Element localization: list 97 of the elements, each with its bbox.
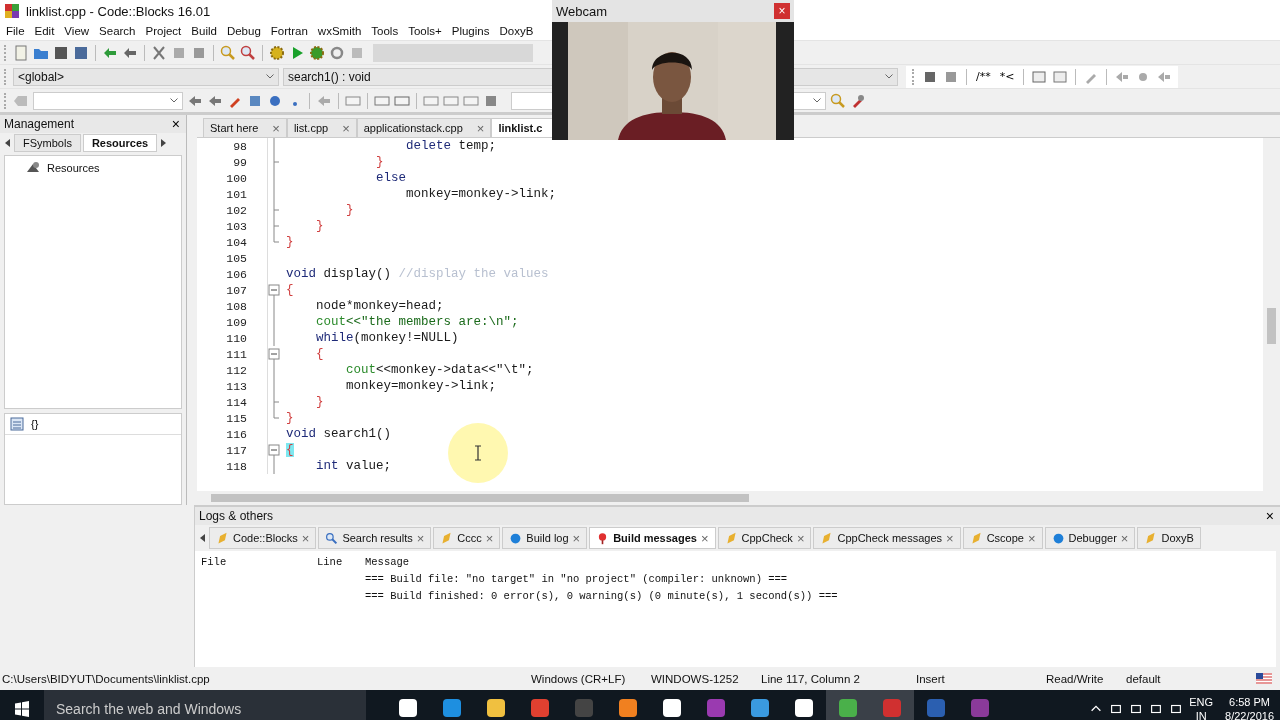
window-title: linklist.cpp - Code::Blocks 16.01: [26, 3, 211, 19]
log-tab[interactable]: Code::Blocks ×: [209, 527, 317, 549]
line-number: 117: [225, 443, 248, 457]
log-tab[interactable]: Search results ×: [318, 527, 432, 549]
line-number: 99: [232, 155, 248, 169]
code-line: void search1(): [285, 427, 392, 441]
code-line: cout<<monkey->data<<"\t";: [345, 363, 534, 377]
status-text: Insert: [915, 672, 946, 685]
line-number: 115: [225, 411, 248, 425]
taskbar-search-field[interactable]: Search the web and Windows: [44, 690, 366, 720]
line-number: 114: [225, 395, 248, 409]
menu-item[interactable]: Build: [185, 25, 221, 37]
log-tab[interactable]: Debugger ×: [1044, 527, 1136, 549]
line-number: 118: [225, 459, 248, 473]
column-header: Message: [365, 555, 411, 568]
file-tab[interactable]: applicationstack.cpp ×: [356, 118, 492, 137]
build-message: === Build file: "no target" in "no project" (compiler: unknown) ===: [365, 572, 789, 585]
tree-item[interactable]: Resources: [47, 162, 100, 174]
menu-item[interactable]: File: [0, 25, 29, 37]
build-message: === Build finished: 0 error(s), 0 warning(s) (0 minute(s), 1 second(s)) ===: [365, 589, 839, 602]
code-line: }: [345, 203, 354, 217]
menu-item[interactable]: Tools: [365, 25, 403, 37]
panel-tab[interactable]: FSymbols: [14, 134, 81, 152]
log-tab[interactable]: CppCheck ×: [717, 527, 812, 549]
log-tab[interactable]: DoxyB: [1137, 527, 1201, 549]
menu-item[interactable]: Tools+: [402, 25, 446, 37]
column-header: File: [201, 555, 228, 568]
line-number: 111: [225, 347, 248, 361]
code-line: }: [285, 411, 294, 425]
menu-item[interactable]: Plugins: [445, 25, 494, 37]
scope-dropdown[interactable]: <global>: [13, 67, 279, 86]
code-line: monkey=monkey->link;: [405, 187, 557, 201]
menu-item[interactable]: Project: [139, 25, 186, 37]
code-line: }: [375, 155, 384, 169]
menu-item[interactable]: wxSmith: [311, 25, 366, 37]
code-line: int value;: [315, 459, 392, 473]
status-text: Windows (CR+LF): [530, 672, 627, 685]
line-number: 104: [225, 235, 248, 249]
code-line: node*monkey=head;: [315, 299, 444, 313]
code-line: }: [285, 235, 294, 249]
line-number: 98: [232, 139, 248, 153]
log-tab[interactable]: Cccc ×: [433, 527, 501, 549]
code-line: delete temp;: [405, 139, 497, 153]
status-text: default: [1125, 672, 1162, 685]
menu-item[interactable]: Debug: [220, 25, 265, 37]
line-number: 113: [225, 379, 248, 393]
close-button[interactable]: ×: [1263, 509, 1276, 523]
line-number: 102: [225, 203, 248, 217]
language-indicator[interactable]: ENG: [1189, 694, 1214, 709]
menu-item[interactable]: Edit: [28, 25, 59, 37]
code-line: {: [315, 347, 324, 361]
menu-item[interactable]: Search: [93, 25, 140, 37]
line-number: 112: [225, 363, 248, 377]
close-button[interactable]: ×: [169, 117, 182, 131]
line-number: 101: [225, 187, 248, 201]
line-number: 109: [225, 315, 248, 329]
code-line: void display() //display the values: [285, 267, 549, 281]
menu-item[interactable]: DoxyB: [493, 25, 538, 37]
line-number: 116: [225, 427, 248, 441]
code-line: }: [315, 219, 324, 233]
log-tab[interactable]: Build log ×: [502, 527, 588, 549]
line-number: 106: [225, 267, 248, 281]
code-line: while(monkey!=NULL): [315, 331, 459, 345]
line-number: 108: [225, 299, 248, 313]
menu-item[interactable]: View: [58, 25, 94, 37]
panel-header: Logs & others ×: [195, 507, 1280, 525]
line-number: 103: [225, 219, 248, 233]
region-indicator[interactable]: IN: [1195, 708, 1207, 720]
menu-item[interactable]: Fortran: [264, 25, 312, 37]
panel-header: Management ×: [0, 115, 186, 133]
file-tab[interactable]: list.cpp ×: [286, 118, 357, 137]
status-text: C:\Users\BIDYUT\Documents\linklist.cpp: [1, 672, 211, 685]
column-header: Line: [317, 555, 344, 568]
doc-comment-button[interactable]: /**: [974, 67, 993, 86]
code-line: cout<<"the members are:\n";: [315, 315, 519, 329]
code-line: monkey=monkey->link;: [345, 379, 497, 393]
line-number: 110: [225, 331, 248, 345]
panel-tab[interactable]: Resources: [82, 134, 158, 152]
symbols-button[interactable]: {}: [29, 418, 41, 430]
file-tab[interactable]: Start here ×: [203, 118, 287, 137]
clock-date[interactable]: 8/22/2016: [1225, 708, 1274, 720]
line-number: 105: [225, 251, 248, 265]
log-tab[interactable]: Build messages ×: [589, 527, 716, 549]
doc-comment-button[interactable]: *<: [997, 67, 1017, 86]
log-tab[interactable]: CppCheck messages ×: [813, 527, 961, 549]
close-button[interactable]: ×: [774, 3, 790, 19]
webcam-title: Webcam: [556, 3, 608, 19]
code-line: {: [285, 283, 294, 297]
clock-time[interactable]: 6:58 PM: [1229, 694, 1270, 709]
status-text: Line 117, Column 2: [760, 672, 861, 685]
status-text: Read/Write: [1045, 672, 1105, 685]
line-number: 100: [225, 171, 248, 185]
code-line: else: [375, 171, 407, 185]
status-text: WINDOWS-1252: [650, 672, 740, 685]
line-number: 107: [225, 283, 248, 297]
code-line: }: [315, 395, 324, 409]
log-tab[interactable]: Cscope ×: [962, 527, 1043, 549]
